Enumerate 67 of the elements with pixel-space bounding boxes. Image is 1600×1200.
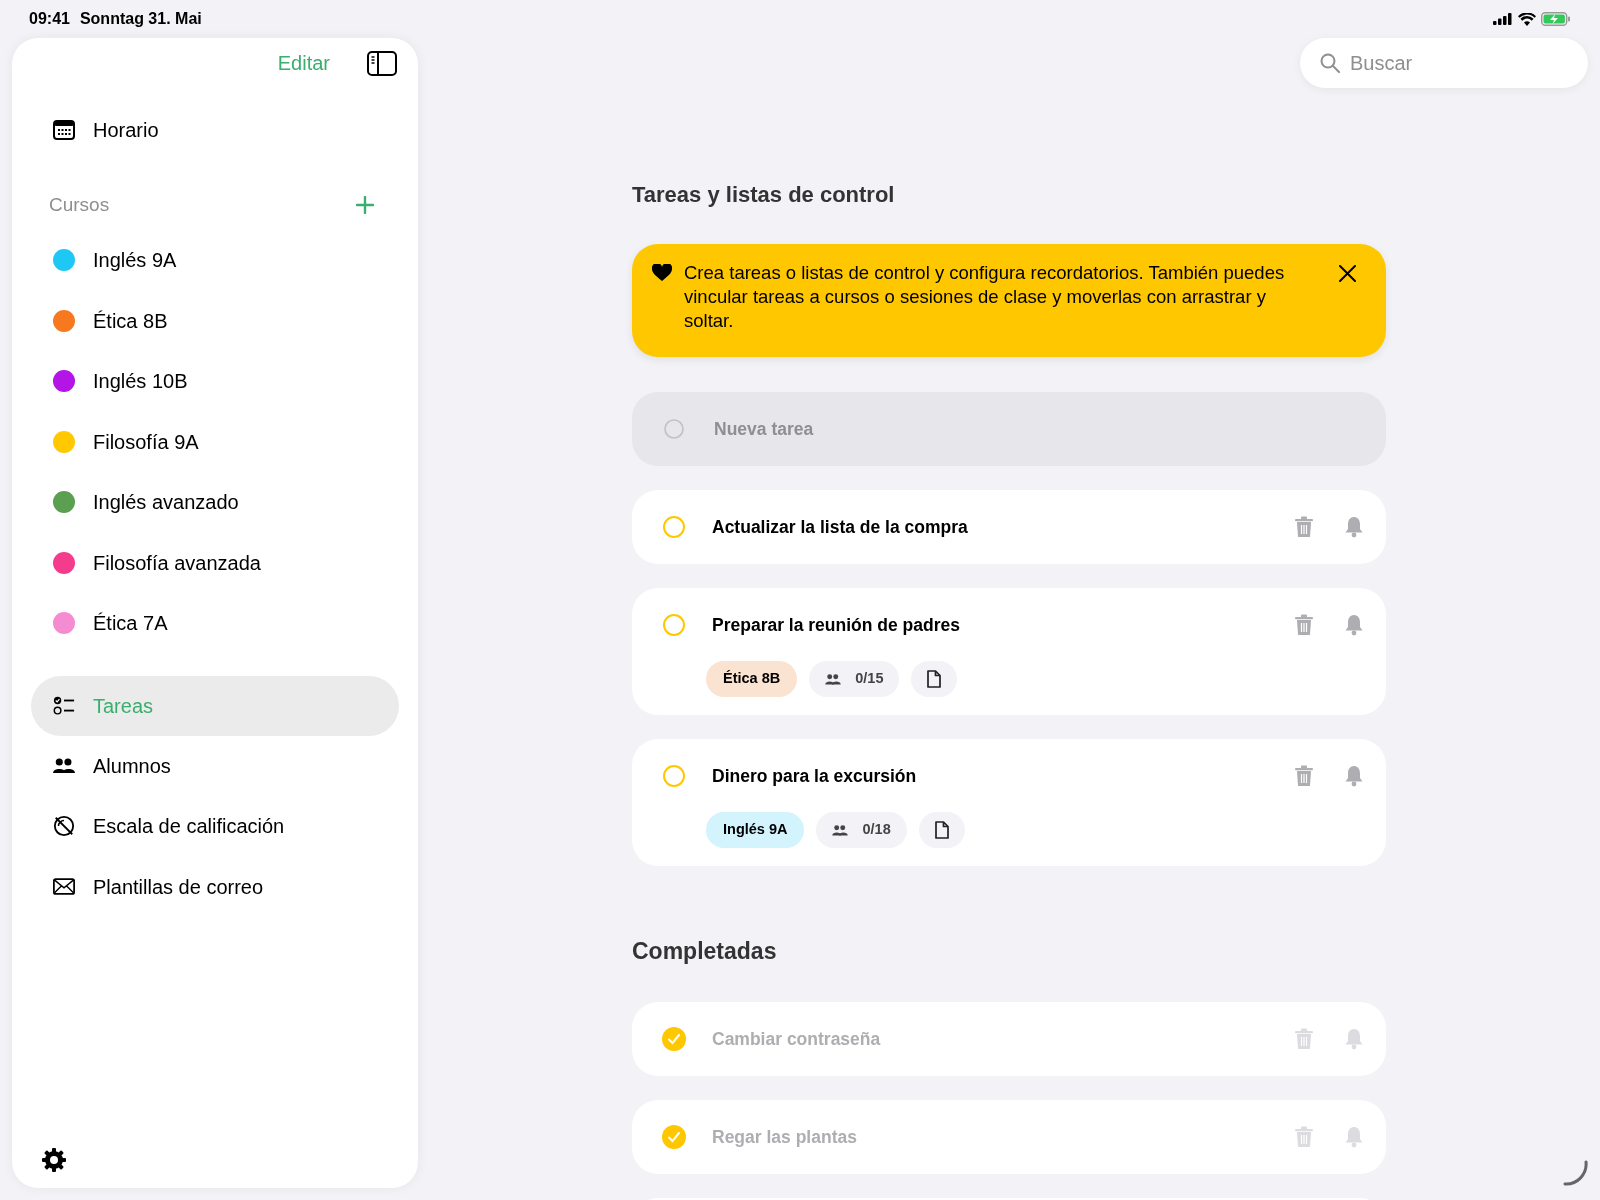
students-tag[interactable]: 0/15	[809, 661, 900, 697]
crossed-circle-icon	[53, 814, 75, 839]
sidebar-item[interactable]: Inglés avanzado	[31, 472, 399, 533]
trash-icon[interactable]	[1294, 516, 1314, 538]
task-title: Preparar la reunión de padres	[712, 613, 961, 637]
document-icon	[934, 821, 949, 839]
trash-icon[interactable]	[1294, 614, 1314, 636]
checkbox-icon[interactable]	[662, 764, 686, 788]
sidebar-item[interactable]: Filosofía 9A	[31, 411, 399, 472]
checkbox-icon[interactable]	[662, 613, 686, 637]
trash-icon[interactable]	[1294, 1126, 1314, 1148]
bell-icon[interactable]	[1344, 765, 1364, 787]
sidebar-item[interactable]: Inglés 10B	[31, 351, 399, 412]
spinner-icon	[1562, 1160, 1588, 1186]
section-heading: Tareas y listas de control	[632, 181, 896, 209]
task-title: Actualizar la lista de la compra	[712, 515, 969, 539]
task-title: Regar las plantas	[712, 1125, 858, 1149]
people-icon	[832, 824, 849, 836]
task-card[interactable]: Dinero para la excursión Inglés 9A 0/18	[632, 739, 1386, 866]
sidebar-item[interactable]: Filosofía avanzada	[31, 532, 399, 593]
document-icon	[927, 670, 942, 688]
bell-icon[interactable]	[1344, 614, 1364, 636]
checkbox-icon[interactable]	[662, 1027, 686, 1051]
section-heading: Completadas	[632, 937, 778, 966]
checkbox-icon	[664, 419, 684, 439]
banner-text: Crea tareas o listas de control y configura recordatorios. También puedes vincular tareas a cursos o sesiones de clase y moverlas con arrastrar y soltar.	[684, 261, 1286, 333]
document-button[interactable]	[911, 661, 958, 697]
people-icon	[825, 673, 842, 685]
status-time: 09:41	[29, 9, 70, 29]
sidebar-item[interactable]: Inglés 9A	[31, 230, 399, 291]
sidebar-toggle-icon[interactable]	[367, 50, 397, 76]
new-task-field[interactable]: Nueva tarea	[632, 392, 1386, 466]
bell-icon[interactable]	[1344, 1028, 1364, 1050]
task-title: Dinero para la excursión	[712, 764, 918, 788]
signal-icon	[1493, 13, 1513, 25]
checkbox-icon[interactable]	[662, 515, 686, 539]
heart-icon	[652, 264, 672, 282]
section-header: Cursos	[49, 192, 110, 217]
task-card[interactable]: Preparar la reunión de padres Ética 8B 0/15	[632, 588, 1386, 715]
sidebar-item[interactable]: Plantillas de correo	[31, 856, 399, 917]
add-icon[interactable]	[356, 196, 374, 214]
task-card[interactable]: Actualizar la lista de la compra	[632, 490, 1386, 564]
settings-icon[interactable]	[40, 1146, 68, 1174]
battery-icon	[1541, 12, 1571, 26]
checklist-icon	[53, 694, 75, 717]
document-button[interactable]	[918, 812, 965, 848]
sidebar-item[interactable]: Horario	[31, 100, 399, 160]
sidebar-item[interactable]: Escala de calificación	[31, 796, 399, 857]
task-title: Cambiar contraseña	[712, 1027, 882, 1051]
trash-icon[interactable]	[1294, 765, 1314, 787]
search-icon	[1320, 53, 1340, 73]
bell-icon[interactable]	[1344, 516, 1364, 538]
close-icon[interactable]	[1339, 265, 1356, 282]
status-date: Sonntag 31. Mai	[79, 9, 202, 29]
course-tag[interactable]: Ética 8B	[706, 661, 798, 697]
sidebar-item[interactable]: Ética 7A	[31, 593, 399, 654]
checkbox-icon[interactable]	[662, 1125, 686, 1149]
sidebar-item[interactable]: Ética 8B	[31, 290, 399, 351]
sidebar-item[interactable]: Alumnos	[31, 735, 399, 796]
bell-icon[interactable]	[1344, 1126, 1364, 1148]
students-tag[interactable]: 0/18	[816, 812, 907, 848]
search-field[interactable]: Buscar	[1300, 38, 1588, 88]
envelope-icon	[53, 877, 75, 897]
trash-icon[interactable]	[1294, 1028, 1314, 1050]
course-tag[interactable]: Inglés 9A	[706, 812, 805, 848]
calendar-icon	[53, 120, 75, 140]
wifi-icon	[1518, 12, 1536, 26]
